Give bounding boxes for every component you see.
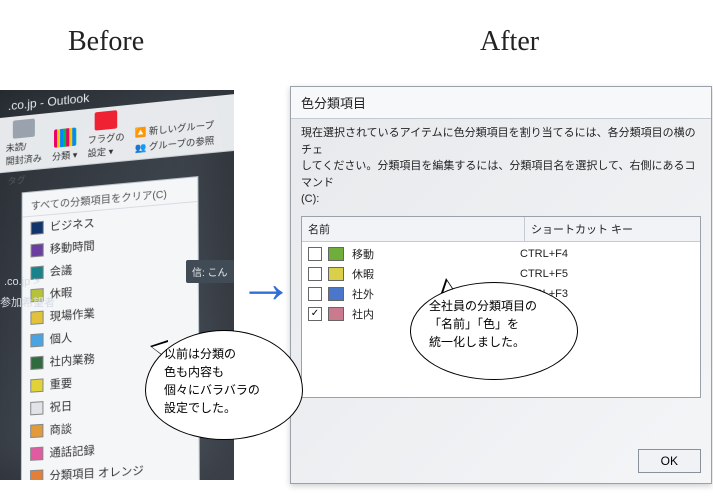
checkbox[interactable]: ✓ — [308, 307, 322, 321]
ribbon-extra: 🔼 新しいグループ 👥 グループの参照 — [135, 118, 215, 155]
categories-icon — [54, 127, 76, 147]
table-row[interactable]: 休暇 CTRL+F5 — [302, 264, 700, 284]
after-heading: After — [480, 26, 539, 58]
menu-item-label: 社内業務 — [50, 350, 95, 370]
categories-menu: すべての分類項目をクリア(C) ビジネス 移動時間 会議 休暇 現場作業 個人 … — [21, 176, 200, 480]
flag-icon — [95, 110, 118, 131]
categorize-dropdown[interactable]: 分類 ▾ — [52, 127, 77, 163]
menu-items: ビジネス 移動時間 会議 休暇 現場作業 個人 社内業務 重要 祝日 商談 通話… — [22, 202, 199, 480]
unread-label: 未読/ 開封済み — [6, 138, 42, 168]
menu-item-label: 個人 — [50, 329, 72, 347]
color-swatch — [328, 307, 344, 321]
menu-item-label: 分類項目 オレンジ — [49, 462, 143, 480]
color-swatch — [30, 310, 43, 324]
folder-label: .co.jp > — [4, 276, 40, 288]
color-swatch — [328, 267, 344, 281]
row-shortcut: CTRL+F5 — [520, 268, 694, 280]
checkbox[interactable] — [308, 287, 322, 301]
color-swatch — [30, 401, 43, 415]
message-preview: 信: こん — [186, 260, 234, 283]
flag-dropdown[interactable]: フラグの 設定 ▾ — [88, 109, 125, 159]
menu-item-label: 重要 — [50, 374, 73, 392]
color-swatch — [30, 378, 43, 392]
annotation-bubble-before: 以前は分類の 色も内容も 個々にバラバラの 設定でした。 — [145, 330, 303, 440]
folder-label: 参加希望者 — [0, 294, 55, 310]
color-swatch — [30, 423, 43, 437]
color-swatch — [30, 355, 43, 369]
envelope-icon — [13, 118, 35, 138]
color-swatch — [31, 243, 44, 257]
color-swatch — [30, 469, 43, 480]
table-row[interactable]: 移動 CTRL+F4 — [302, 244, 700, 264]
row-name: 休暇 — [352, 266, 520, 282]
color-swatch — [328, 287, 344, 301]
color-swatch — [328, 247, 344, 261]
color-swatch — [31, 220, 44, 234]
menu-item-label: 会議 — [50, 261, 72, 279]
menu-item-label: 祝日 — [50, 397, 73, 415]
menu-item-label: 商談 — [50, 420, 73, 438]
menu-item-label: 移動時間 — [50, 237, 95, 257]
color-swatch — [30, 333, 43, 347]
flag-label: フラグの 設定 ▾ — [88, 130, 125, 160]
color-swatch — [30, 446, 43, 460]
checkbox[interactable] — [308, 247, 322, 261]
table-header: 名前 ショートカット キー — [302, 217, 700, 242]
before-heading: Before — [68, 26, 144, 58]
ok-button[interactable]: OK — [638, 449, 701, 473]
col-shortcut: ショートカット キー — [525, 217, 700, 241]
menu-item-label: ビジネス — [50, 214, 95, 234]
col-name: 名前 — [302, 217, 525, 241]
dialog-title: 色分類項目 — [291, 87, 711, 119]
menu-item-label: 現場作業 — [50, 305, 95, 325]
annotation-bubble-after: 全社員の分類項目の 「名前」「色」を 統一化しました。 — [410, 282, 578, 380]
unread-button[interactable]: 未読/ 開封済み — [6, 118, 42, 168]
menu-item-label: 通話記録 — [50, 441, 95, 460]
checkbox[interactable] — [308, 267, 322, 281]
arrow-icon: → — [238, 250, 294, 315]
row-shortcut: CTRL+F4 — [520, 248, 694, 260]
categorize-label: 分類 ▾ — [52, 148, 77, 164]
dialog-buttons: OK — [638, 449, 701, 473]
row-name: 移動 — [352, 246, 520, 262]
dialog-description: 現在選択されているアイテムに色分類項目を割り当てるには、各分類項目の横のチェ し… — [301, 125, 701, 208]
